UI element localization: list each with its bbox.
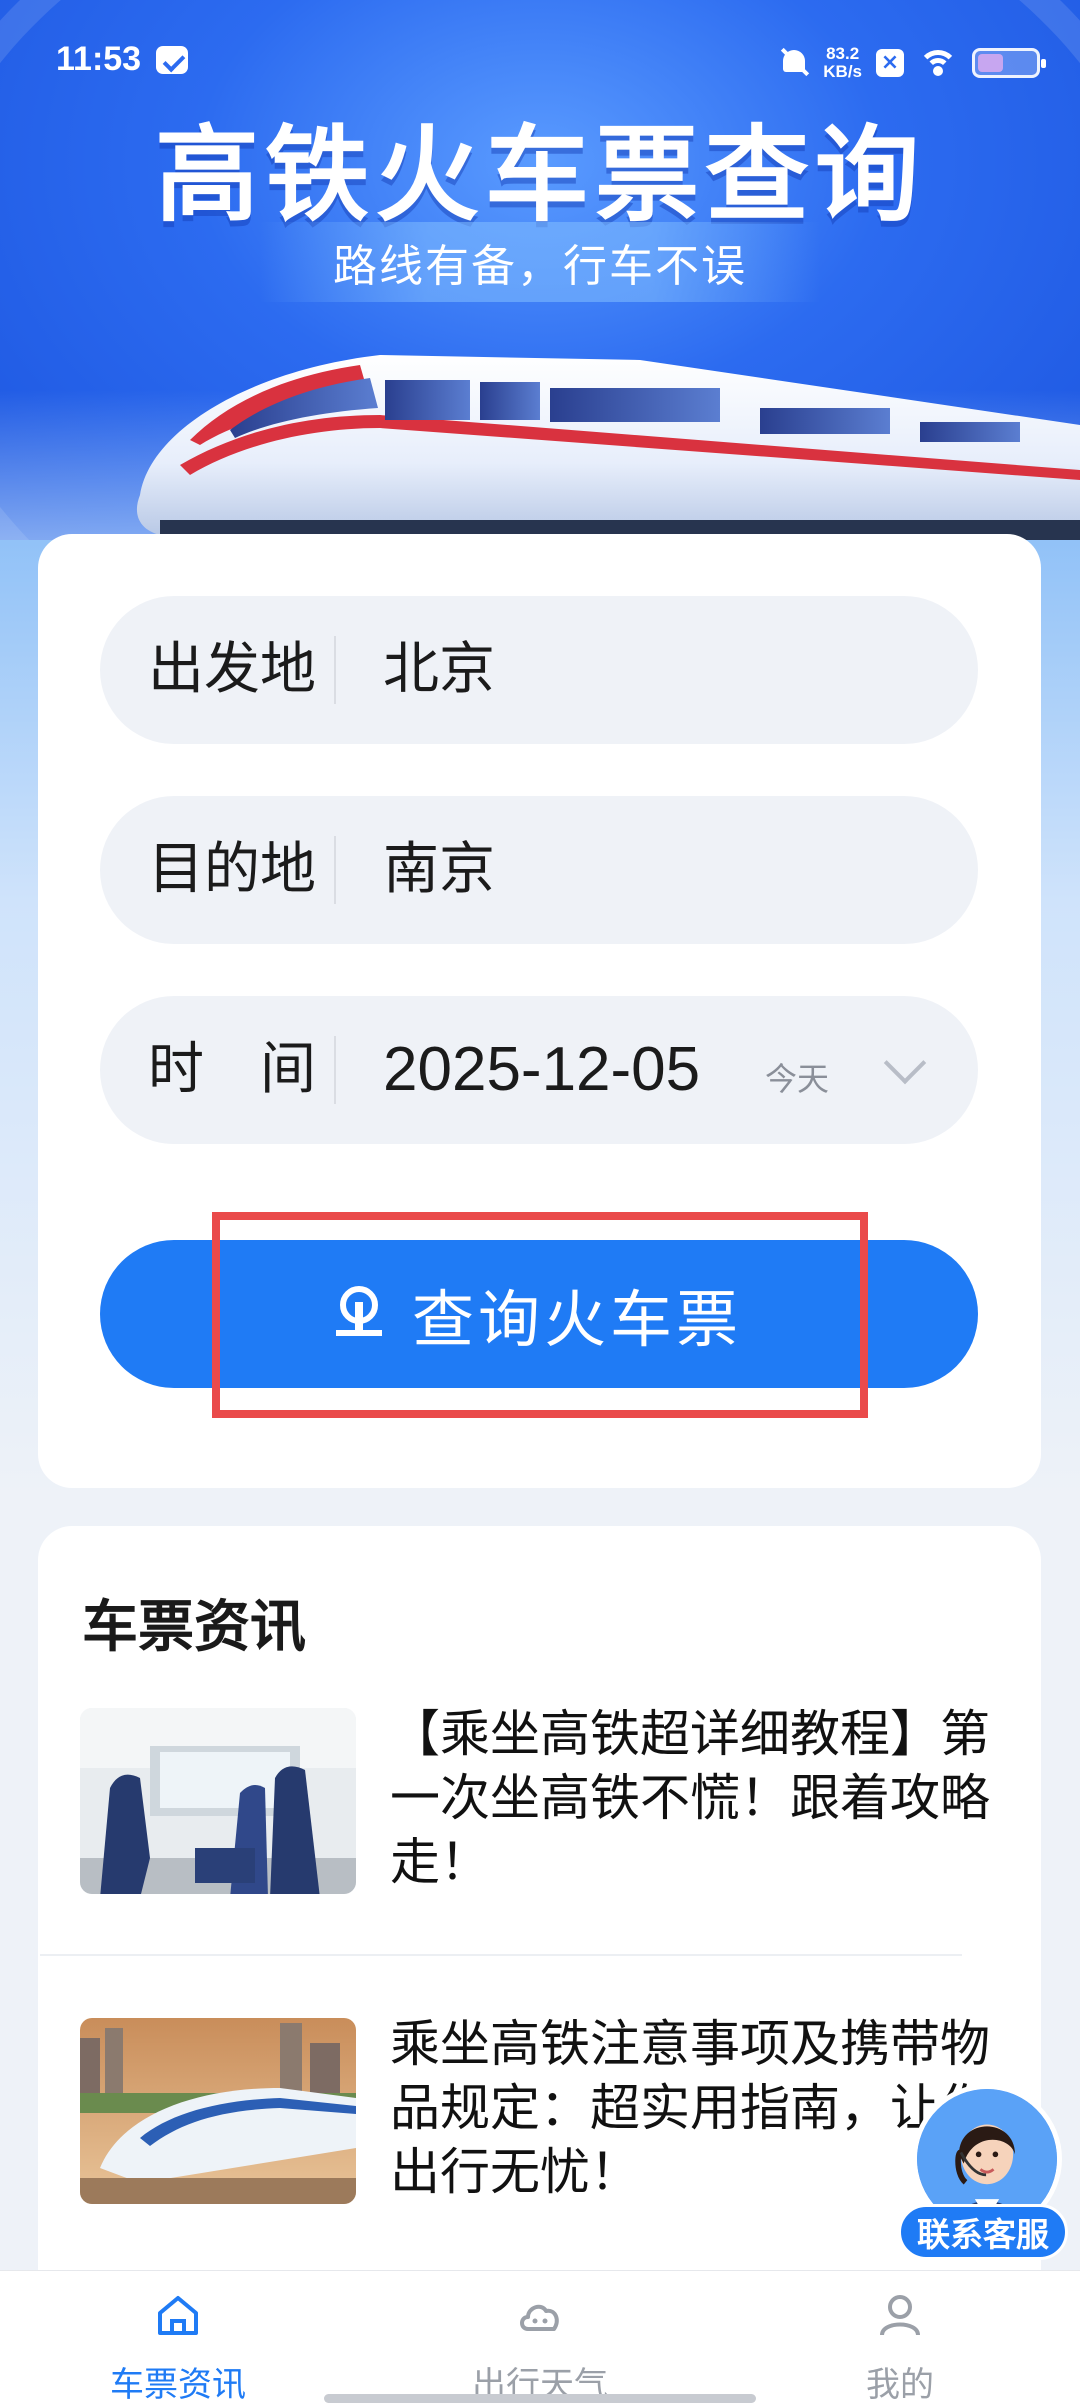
departure-field[interactable]: 出发地 北京 xyxy=(100,596,978,744)
news-item[interactable]: 【乘坐高铁超详细教程】第一次坐高铁不慌！跟着攻略走！ xyxy=(80,1705,1000,1898)
bottom-tab-bar: 车票资讯 出行天气 我的 xyxy=(0,2270,1080,2408)
tab-label: 我的 xyxy=(866,2365,934,2405)
battery-icon xyxy=(972,48,1046,78)
close-box-icon: × xyxy=(876,49,904,77)
highlight-box xyxy=(212,1212,868,1418)
date-value[interactable]: 2025-12-05 xyxy=(383,996,700,1144)
customer-service-button[interactable]: 联系客服 xyxy=(898,2084,1068,2266)
date-label: 时 间 xyxy=(148,1037,316,1102)
gesture-home-bar[interactable] xyxy=(324,2394,756,2403)
news-section-title: 车票资讯 xyxy=(82,1595,306,1660)
field-divider xyxy=(334,836,336,904)
status-icons: 83.2 KB/s × xyxy=(779,38,1046,88)
destination-label: 目的地 xyxy=(148,837,316,902)
chevron-down-icon[interactable] xyxy=(883,1041,927,1085)
train-illustration xyxy=(136,355,1080,540)
departure-value[interactable]: 北京 xyxy=(383,596,495,744)
destination-field[interactable]: 目的地 南京 xyxy=(100,796,978,944)
news-thumbnail-bullet-train xyxy=(80,2018,356,2204)
news-item-title[interactable]: 【乘坐高铁超详细教程】第一次坐高铁不慌！跟着攻略走！ xyxy=(390,1702,990,1894)
battery-level xyxy=(978,54,1003,72)
hero-banner: 11:53 83.2 KB/s × 高铁火车票查询 路线有备，行车不误 xyxy=(0,0,1080,540)
customer-service-label: 联系客服 xyxy=(898,2204,1068,2260)
network-speed: 83.2 KB/s xyxy=(823,45,862,81)
field-divider xyxy=(334,1036,336,1104)
status-time: 11:53 xyxy=(56,40,142,78)
departure-label: 出发地 xyxy=(148,637,316,702)
tab-mine[interactable]: 我的 xyxy=(800,2271,1000,2408)
hero-subtitle-band: 路线有备，行车不误 xyxy=(260,222,820,302)
wifi-icon xyxy=(918,48,958,78)
news-thumbnail-train-seats xyxy=(80,1708,356,1894)
field-divider xyxy=(334,636,336,704)
news-divider xyxy=(40,1954,962,1956)
home-icon xyxy=(158,2296,198,2335)
network-speed-unit: KB/s xyxy=(823,62,862,81)
tab-ticket-news[interactable]: 车票资讯 xyxy=(78,2271,278,2408)
tab-travel-weather[interactable]: 出行天气 xyxy=(440,2271,640,2408)
tab-label: 车票资讯 xyxy=(110,2365,246,2405)
hero-title: 高铁火车票查询 xyxy=(154,114,925,236)
hero-subtitle: 路线有备，行车不误 xyxy=(333,241,747,292)
bell-muted-icon xyxy=(779,46,809,80)
news-item[interactable]: 乘坐高铁注意事项及携带物品规定：超实用指南，让你出行无忧！ xyxy=(80,2015,1000,2208)
destination-value[interactable]: 南京 xyxy=(383,796,495,944)
date-field[interactable]: 时 间 2025-12-05 今天 xyxy=(100,996,978,1144)
date-today-tag: 今天 xyxy=(765,1060,830,1098)
cloud-icon xyxy=(520,2304,559,2331)
network-speed-value: 83.2 xyxy=(826,44,860,63)
message-notification-icon xyxy=(156,46,188,74)
user-icon xyxy=(880,2295,920,2336)
